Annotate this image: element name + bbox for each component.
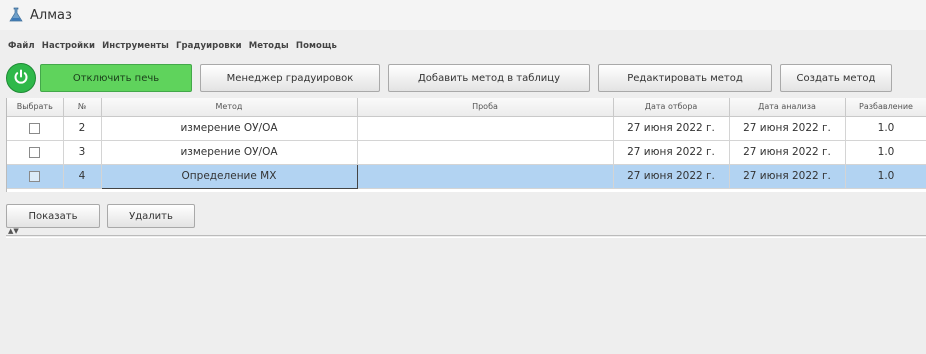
column-header-dilution[interactable]: Разбавление xyxy=(845,98,926,117)
table-row-selected[interactable]: 4 Определение МХ 27 июня 2022 г. 27 июня… xyxy=(7,163,926,189)
table-header: Выбрать № Метод Проба Дата отбора Дата а… xyxy=(7,98,926,117)
column-header-sample[interactable]: Проба xyxy=(357,98,614,117)
table-row[interactable]: 2 измерение ОУ/ОА 27 июня 2022 г. 27 июн… xyxy=(7,116,926,141)
create-method-button[interactable]: Создать метод xyxy=(780,64,892,92)
row-checkbox[interactable] xyxy=(29,146,41,158)
menu-calibrations[interactable]: Градуировки xyxy=(176,41,242,51)
column-header-select[interactable]: Выбрать xyxy=(7,98,64,117)
column-header-number[interactable]: № xyxy=(63,98,102,117)
action-bar: Показать Удалить xyxy=(6,204,202,228)
flask-icon xyxy=(8,7,24,23)
menu-settings[interactable]: Настройки xyxy=(42,41,95,51)
menu-file[interactable]: Файл xyxy=(8,41,35,51)
number-cell: 2 xyxy=(63,116,102,141)
delete-button[interactable]: Удалить xyxy=(107,204,195,228)
row-checkbox[interactable] xyxy=(29,170,41,182)
split-arrows-icon[interactable]: ▲▼ xyxy=(8,228,19,235)
column-header-date-taken[interactable]: Дата отбора xyxy=(613,98,730,117)
title-bar: Алмаз xyxy=(0,0,926,30)
split-pane-divider[interactable] xyxy=(6,235,926,238)
dilution-cell[interactable]: 1.0 xyxy=(845,164,926,189)
menu-tools[interactable]: Инструменты xyxy=(102,41,169,51)
calibration-manager-button[interactable]: Менеджер градуировок xyxy=(200,64,380,92)
dilution-cell[interactable]: 1.0 xyxy=(845,140,926,165)
number-cell: 3 xyxy=(63,140,102,165)
row-checkbox[interactable] xyxy=(29,122,41,134)
sample-cell[interactable] xyxy=(357,140,614,165)
menu-help[interactable]: Помощь xyxy=(296,41,337,51)
sample-cell[interactable] xyxy=(357,164,614,189)
menu-methods[interactable]: Методы xyxy=(249,41,289,51)
date-analysis-cell[interactable]: 27 июня 2022 г. xyxy=(729,140,846,165)
column-header-date-analysis[interactable]: Дата анализа xyxy=(729,98,846,117)
show-button[interactable]: Показать xyxy=(6,204,100,228)
edit-method-button[interactable]: Редактировать метод xyxy=(598,64,772,92)
date-taken-cell[interactable]: 27 июня 2022 г. xyxy=(613,164,730,189)
select-cell[interactable] xyxy=(7,116,64,141)
number-cell: 4 xyxy=(63,164,102,189)
date-taken-cell[interactable]: 27 июня 2022 г. xyxy=(613,140,730,165)
turn-off-furnace-button[interactable]: Отключить печь xyxy=(40,64,192,92)
method-cell[interactable]: измерение ОУ/ОА xyxy=(101,140,358,165)
methods-table: Выбрать № Метод Проба Дата отбора Дата а… xyxy=(6,98,926,192)
date-analysis-cell[interactable]: 27 июня 2022 г. xyxy=(729,164,846,189)
sample-cell[interactable] xyxy=(357,116,614,141)
method-cell[interactable]: Определение МХ xyxy=(100,163,358,189)
power-icon xyxy=(12,68,30,89)
select-cell[interactable] xyxy=(7,164,64,189)
select-cell[interactable] xyxy=(7,140,64,165)
table-row[interactable]: 3 измерение ОУ/ОА 27 июня 2022 г. 27 июн… xyxy=(7,140,926,165)
add-method-to-table-button[interactable]: Добавить метод в таблицу xyxy=(388,64,590,92)
power-button[interactable] xyxy=(6,63,36,93)
column-header-method[interactable]: Метод xyxy=(101,98,358,117)
method-cell[interactable]: измерение ОУ/ОА xyxy=(101,116,358,141)
date-taken-cell[interactable]: 27 июня 2022 г. xyxy=(613,116,730,141)
menu-bar: Файл Настройки Инструменты Градуировки М… xyxy=(0,38,344,54)
dilution-cell[interactable]: 1.0 xyxy=(845,116,926,141)
window-title: Алмаз xyxy=(30,7,72,23)
toolbar: Отключить печь Менеджер градуировок Доба… xyxy=(0,60,926,96)
date-analysis-cell[interactable]: 27 июня 2022 г. xyxy=(729,116,846,141)
